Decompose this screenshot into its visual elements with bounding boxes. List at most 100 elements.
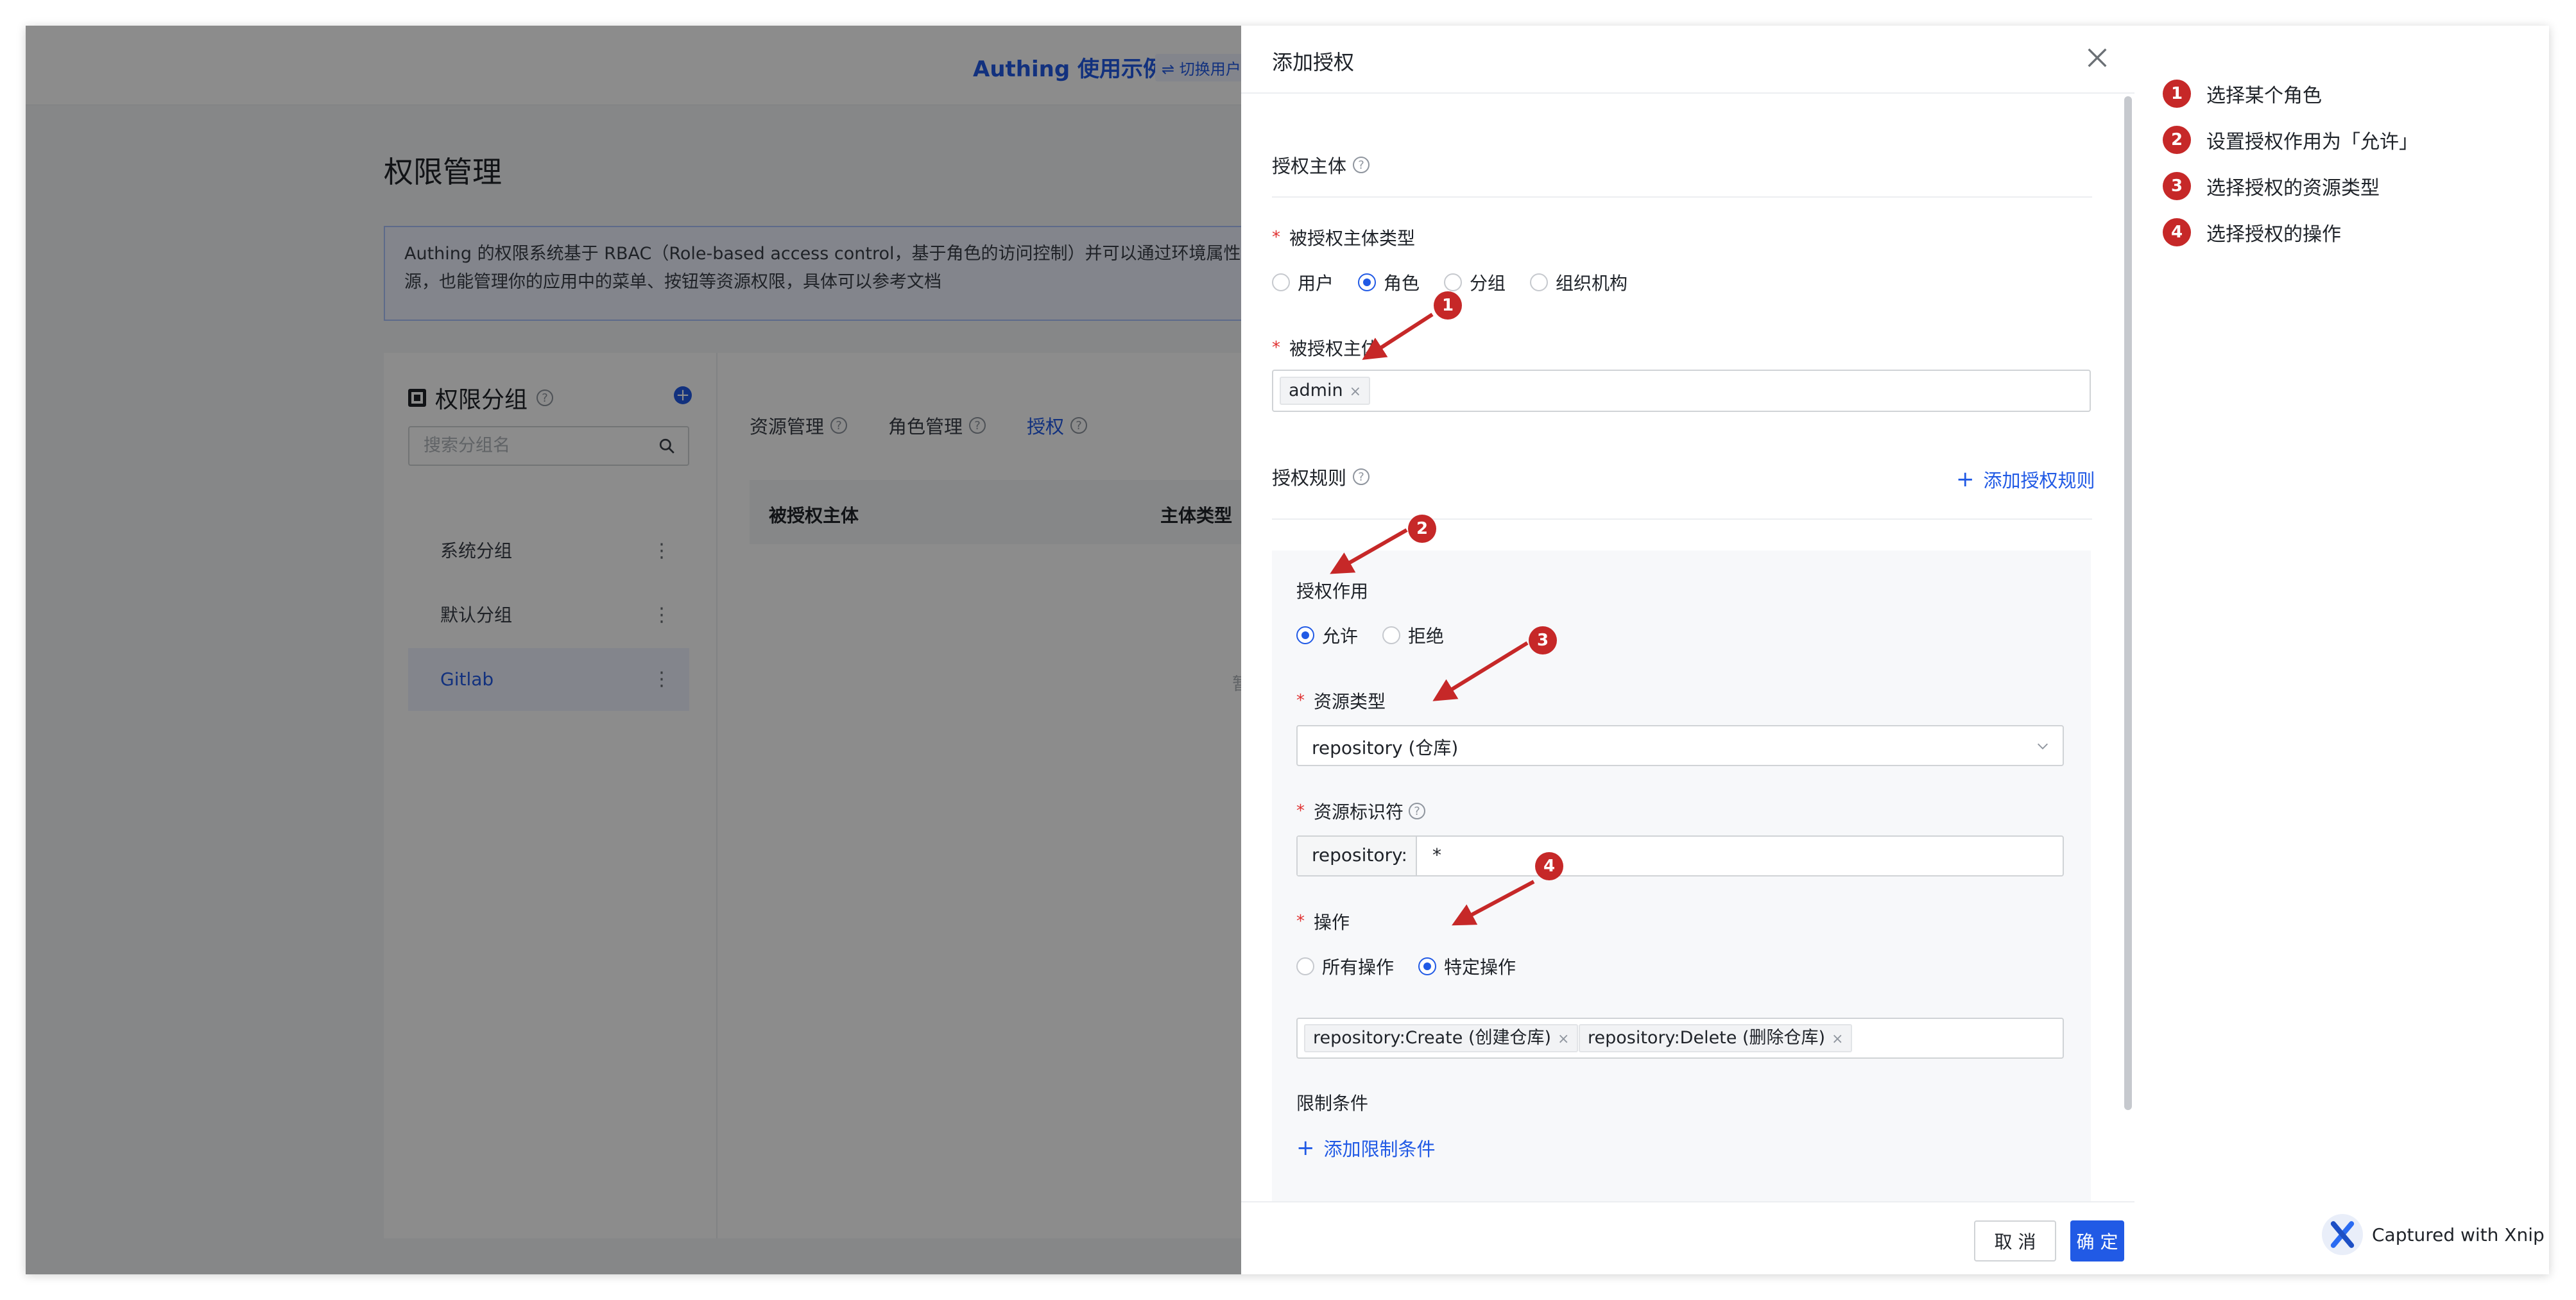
step-item: 2 设置授权作用为「允许」 [2163, 117, 2418, 163]
confirm-button[interactable]: 确 定 [2070, 1220, 2124, 1262]
radio-label: 组织机构 [1556, 273, 1628, 294]
drawer-header: 添加授权 [1241, 26, 2134, 94]
xnip-logo-icon [2322, 1214, 2363, 1255]
radio-label: 拒绝 [1408, 626, 1445, 647]
resource-type-select[interactable]: repository (仓库) [1296, 725, 2064, 766]
divider [1272, 518, 2092, 520]
step-item: 3 选择授权的资源类型 [2163, 163, 2418, 209]
radio-dot[interactable] [1272, 273, 1290, 291]
close-icon[interactable] [2084, 45, 2110, 71]
resource-id-label: * 资源标识符 ? [1296, 798, 1426, 824]
label-text: 资源标识符 [1314, 801, 1404, 823]
resource-type-label: * 资源类型 [1296, 688, 1386, 714]
label-text: 被授权主体 [1289, 338, 1380, 359]
radio-all-actions[interactable]: 所有操作 [1296, 954, 1394, 979]
step-text: 选择授权的资源类型 [2206, 177, 2380, 200]
radio-label: 用户 [1298, 273, 1334, 294]
radio-dot[interactable] [1444, 273, 1463, 291]
radio-group[interactable]: 分组 [1444, 269, 1506, 295]
label-text: 授权作用 [1296, 581, 1369, 602]
radio-organization[interactable]: 组织机构 [1530, 269, 1627, 295]
radio-dot[interactable] [1530, 273, 1549, 291]
subject-tag: admin × [1280, 377, 1371, 405]
step-text: 设置授权作用为「允许」 [2206, 131, 2418, 153]
link-label: 添加限制条件 [1323, 1138, 1436, 1160]
step-text: 选择某个角色 [2206, 85, 2322, 107]
action-radio-group: 所有操作 特定操作 [1296, 954, 1540, 979]
resource-id-input[interactable]: repository: * [1296, 835, 2064, 877]
xnip-watermark: Captured with Xnip [2322, 1214, 2545, 1255]
step-text: 选择授权的操作 [2206, 223, 2341, 246]
divider [1272, 196, 2092, 198]
radio-label: 分组 [1470, 273, 1506, 294]
screenshot-window: Authing 使用示例 ⇌ 切换用户池 权限管理 Authing 的权限系统基… [26, 26, 2549, 1274]
action-label: * 操作 [1296, 909, 1350, 934]
add-condition-button[interactable]: + 添加限制条件 [1296, 1134, 1436, 1161]
annotation-badge-2: 2 [1408, 515, 1436, 543]
drawer-title: 添加授权 [1272, 50, 1355, 74]
radio-dot[interactable] [1382, 626, 1401, 644]
subject-select[interactable]: admin × [1272, 370, 2091, 412]
effect-label: 授权作用 [1296, 577, 1368, 603]
remove-tag-icon[interactable]: × [1350, 384, 1361, 400]
label-text: 资源类型 [1314, 691, 1386, 712]
radio-user[interactable]: 用户 [1272, 269, 1334, 295]
remove-tag-icon[interactable]: × [1832, 1031, 1843, 1047]
effect-radio-group: 允许 拒绝 [1296, 622, 1468, 648]
tag-label: admin [1289, 381, 1343, 400]
radio-allow[interactable]: 允许 [1296, 622, 1358, 648]
radio-dot[interactable] [1296, 957, 1314, 975]
step-badge: 1 [2163, 80, 2191, 108]
label-text: 操作 [1314, 912, 1350, 933]
modal-overlay[interactable] [26, 26, 1241, 1274]
condition-label: 限制条件 [1296, 1090, 1368, 1115]
cancel-button[interactable]: 取 消 [1974, 1220, 2056, 1262]
subject-type-label: * 被授权主体类型 [1272, 225, 1415, 250]
radio-role[interactable]: 角色 [1358, 269, 1420, 295]
section-label: 授权主体 [1272, 155, 1347, 177]
radio-dot[interactable] [1358, 273, 1377, 291]
plus-icon: + [1956, 466, 1975, 492]
action-tag: repository:Create (创建仓库) × [1304, 1024, 1579, 1052]
rule-section-title: 授权规则 ? [1272, 463, 1370, 490]
chevron-down-icon [2038, 743, 2048, 749]
radio-deny[interactable]: 拒绝 [1382, 622, 1444, 648]
rule-card: 授权作用 允许 拒绝 * 资源类型 repository (仓库) * 资源标识符 … [1272, 551, 2091, 1231]
remove-tag-icon[interactable]: × [1558, 1031, 1569, 1047]
step-badge: 3 [2163, 172, 2191, 200]
radio-label: 特定操作 [1444, 957, 1516, 978]
step-badge: 4 [2163, 218, 2191, 246]
subject-type-radio-group: 用户 角色 分组 组织机构 [1272, 269, 1652, 295]
radio-dot[interactable] [1418, 957, 1437, 975]
section-label: 授权规则 [1272, 467, 1347, 489]
radio-specific-actions[interactable]: 特定操作 [1418, 954, 1516, 979]
link-label: 添加授权规则 [1983, 470, 2095, 492]
step-item: 1 选择某个角色 [2163, 71, 2418, 117]
step-item: 4 选择授权的操作 [2163, 209, 2418, 255]
drawer-scrollbar[interactable] [2124, 96, 2132, 1110]
radio-dot[interactable] [1296, 626, 1314, 644]
input-prefix: repository: [1298, 837, 1417, 875]
help-icon[interactable]: ? [1353, 157, 1370, 173]
annotation-badge-1: 1 [1434, 291, 1462, 320]
tag-label: repository:Delete (删除仓库) [1588, 1028, 1826, 1048]
radio-label: 允许 [1322, 626, 1359, 647]
help-icon[interactable]: ? [1353, 468, 1370, 485]
subject-section-title: 授权主体 ? [1272, 151, 1370, 178]
annotation-badge-4: 4 [1535, 852, 1563, 880]
label-text: 被授权主体类型 [1289, 228, 1416, 249]
add-rule-button[interactable]: + 添加授权规则 [1956, 466, 2095, 493]
help-icon[interactable]: ? [1409, 803, 1426, 819]
step-badge: 2 [2163, 126, 2191, 154]
drawer-footer: 取 消 确 定 [1241, 1201, 2134, 1274]
action-tag: repository:Delete (删除仓库) × [1579, 1024, 1853, 1052]
subject-label: * 被授权主体 [1272, 335, 1379, 361]
label-text: 限制条件 [1296, 1093, 1369, 1114]
action-select[interactable]: repository:Create (创建仓库) × repository:Del… [1296, 1018, 2064, 1059]
annotation-badge-3: 3 [1529, 626, 1557, 654]
select-value: repository (仓库) [1312, 737, 1459, 758]
radio-label: 角色 [1384, 273, 1420, 294]
radio-label: 所有操作 [1322, 957, 1395, 978]
input-value: * [1432, 844, 1441, 866]
add-authorization-drawer: 添加授权 授权主体 ? * 被授权主体类型 用户 角色 分组 组织机构 * 被授权主… [1241, 26, 2134, 1274]
